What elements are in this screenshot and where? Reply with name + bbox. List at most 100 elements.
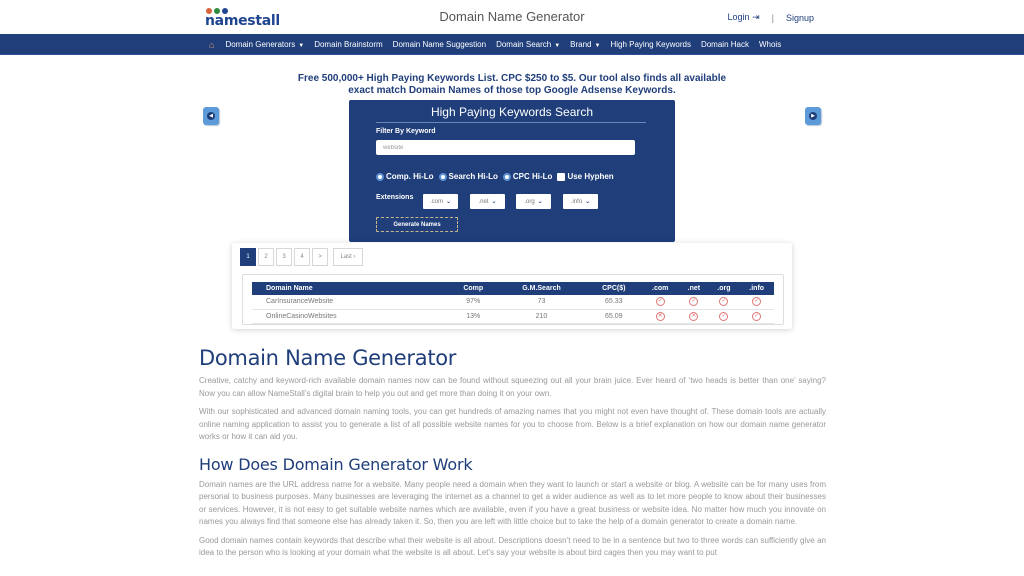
col-comp[interactable]: Comp [450,282,497,295]
table-row: OnlineCasinoWebsites 13% 210 65.09 ✕ ✕ ✓… [252,309,774,324]
domain-name-cell[interactable]: OnlineCasinoWebsites [252,309,451,324]
select-value: .com [429,198,443,205]
promo-line-2: exact match Domain Names of those top Go… [348,85,676,96]
nav-high-paying-keywords[interactable]: High Paying Keywords [605,34,695,55]
available-check-icon[interactable]: ✓ [655,297,665,307]
extension-select-org[interactable]: .org ⌄ [516,194,551,209]
option-label: CPC Hi-Lo [512,172,553,181]
available-check-icon[interactable]: ✓ [689,297,699,307]
site-title: Domain Name Generator [439,9,585,24]
carousel-prev-button[interactable]: ◀ [203,107,219,125]
comp-cell: 13% [450,309,497,324]
select-value: .org [524,198,535,205]
page-1-button[interactable]: 1 [240,248,256,266]
chevron-down-icon: ⌄ [537,199,543,205]
available-check-icon[interactable]: ✓ [719,297,729,307]
nav-label: Domain Search [496,40,552,49]
results-table: Domain Name Comp G.M.Search CPC($) .com … [252,282,774,324]
option-cpc-hi-lo[interactable]: CPC Hi-Lo [502,172,553,181]
taken-x-icon[interactable]: ✕ [655,311,665,321]
home-icon[interactable]: ⌂ [207,40,220,50]
select-value: .net [478,198,489,205]
nav-brand[interactable]: Brand ▼ [565,34,605,55]
available-check-icon[interactable]: ✓ [752,297,762,307]
auth-separator: | [771,12,774,23]
body-paragraph-1: Domain names are the URL address name fo… [199,479,826,527]
next-page-button[interactable]: > [312,248,328,266]
carousel-next-button[interactable]: ▶ [805,107,821,125]
taken-x-icon[interactable]: ✕ [689,311,699,321]
intro-paragraph-1: Creative, catchy and keyword-rich availa… [199,376,826,398]
page-4-button[interactable]: 4 [294,248,310,266]
promo-banner: Free 500,000+ High Paying Keywords List.… [0,73,1024,97]
cpc-cell: 65.33 [586,295,642,310]
available-check-icon[interactable]: ✓ [719,311,729,321]
extension-select-com[interactable]: .com ⌄ [423,194,458,209]
table-header-row: Domain Name Comp G.M.Search CPC($) .com … [252,282,774,295]
last-page-button[interactable]: Last › [333,248,363,266]
page-heading: Domain Name Generator [199,346,457,370]
com-status-cell: ✕ [641,309,680,324]
radio-button[interactable] [438,172,447,181]
login-icon: ⇥ [752,12,760,22]
info-status-cell: ✓ [739,309,774,324]
nav-whois[interactable]: Whois [754,34,786,55]
caret-down-icon: ▼ [554,43,561,49]
net-status-cell: ✓ [679,295,709,310]
login-label: Login [727,12,750,22]
promo-line-1: Free 500,000+ High Paying Keywords List.… [297,73,727,84]
col-org[interactable]: .org [708,282,740,295]
login-link[interactable]: Login ⇥ [728,12,760,23]
nav-label: Domain Generators [225,40,296,49]
nav-domain-brainstorm[interactable]: Domain Brainstorm [309,34,387,55]
search-cell: 73 [496,295,587,310]
page-2-button[interactable]: 2 [258,248,274,266]
nav-domain-generators[interactable]: Domain Generators ▼ [220,34,309,55]
keyword-input[interactable] [376,140,635,155]
available-check-icon[interactable]: ✓ [752,311,762,321]
search-cell: 210 [496,309,587,324]
caret-down-icon: ▼ [298,43,305,49]
net-status-cell: ✕ [679,309,709,324]
hyphen-checkbox[interactable] [557,172,566,181]
sort-options: Comp. Hi-Lo Search Hi-Lo CPC Hi-Lo Use H… [376,172,614,181]
col-net[interactable]: .net [679,282,709,295]
org-status-cell: ✓ [708,309,740,324]
filter-label: Filter By Keyword [376,128,436,135]
generate-names-button[interactable]: Generate Names [376,217,458,232]
col-gm-search[interactable]: G.M.Search [496,282,587,295]
pagination: 1 2 3 4 > Last › [240,248,363,266]
radio-button[interactable] [502,172,511,181]
arrow-left-icon: ◀ [207,112,215,120]
select-value: .info [570,198,583,205]
main-nav: ⌂ Domain Generators ▼ Domain Brainstorm D… [0,34,1024,55]
article-content: Domain Name Generator Creative, catchy a… [199,344,826,560]
extension-select-info[interactable]: .info ⌄ [563,194,598,209]
col-com[interactable]: .com [641,282,680,295]
chevron-down-icon: ⌄ [585,199,591,205]
col-domain-name[interactable]: Domain Name [252,282,451,295]
col-info[interactable]: .info [739,282,774,295]
panel-divider [376,122,646,123]
col-cpc[interactable]: CPC($) [586,282,642,295]
option-search-hi-lo[interactable]: Search Hi-Lo [438,172,498,181]
panel-title: High Paying Keywords Search [430,105,594,119]
option-comp-hi-lo[interactable]: Comp. Hi-Lo [376,172,434,181]
arrow-right-icon: ▶ [809,112,817,120]
option-label: Search Hi-Lo [448,172,498,181]
radio-button[interactable] [376,172,384,181]
extension-select-net[interactable]: .net ⌄ [470,194,505,209]
table-row: CarInsuranceWebsite 97% 73 65.33 ✓ ✓ ✓ ✓ [252,295,774,310]
caret-down-icon: ▼ [594,43,601,49]
domain-name-cell[interactable]: CarInsuranceWebsite [252,295,451,310]
nav-domain-name-suggestion[interactable]: Domain Name Suggestion [388,34,491,55]
extensions-label: Extensions [376,194,414,201]
page-3-button[interactable]: 3 [276,248,292,266]
signup-link[interactable]: Signup [786,13,814,23]
nav-domain-hack[interactable]: Domain Hack [696,34,754,55]
body-paragraph-2: Good domain names contain keywords that … [199,535,826,558]
option-use-hyphen[interactable]: Use Hyphen [557,172,614,181]
nav-domain-search[interactable]: Domain Search ▼ [491,34,565,55]
info-status-cell: ✓ [739,295,774,310]
cpc-cell: 65.09 [586,309,642,324]
